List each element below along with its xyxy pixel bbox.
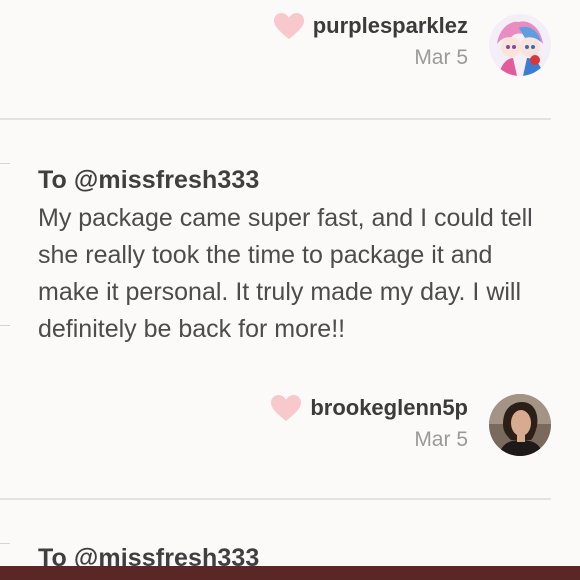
heart-icon[interactable] bbox=[273, 12, 305, 40]
anime-avatar-icon[interactable] bbox=[489, 14, 551, 76]
divider bbox=[0, 543, 10, 544]
review-username[interactable]: purplesparklez bbox=[313, 13, 468, 39]
review-date: Mar 5 bbox=[414, 46, 468, 69]
divider bbox=[0, 163, 10, 164]
divider bbox=[0, 118, 551, 120]
review-text: My package came super fast, and I could … bbox=[38, 204, 533, 343]
review-meta: purplesparklez Mar 5 bbox=[273, 12, 468, 70]
user-photo-avatar-icon[interactable] bbox=[489, 394, 551, 456]
review-author-row: brookeglenn5p bbox=[270, 394, 468, 422]
review-card: To @missfresh333 My package came super f… bbox=[0, 122, 580, 500]
review-author-row: purplesparklez bbox=[273, 12, 468, 40]
review-meta: brookeglenn5p Mar 5 bbox=[270, 394, 468, 452]
review-card: purplesparklez Mar 5 bbox=[0, 0, 580, 120]
heart-icon[interactable] bbox=[270, 394, 302, 422]
divider bbox=[0, 498, 551, 500]
review-username[interactable]: brookeglenn5p bbox=[310, 395, 468, 421]
review-date: Mar 5 bbox=[414, 428, 468, 451]
bottom-bar bbox=[0, 566, 580, 580]
review-recipient[interactable]: To @missfresh333 bbox=[38, 166, 259, 195]
divider bbox=[0, 325, 10, 326]
